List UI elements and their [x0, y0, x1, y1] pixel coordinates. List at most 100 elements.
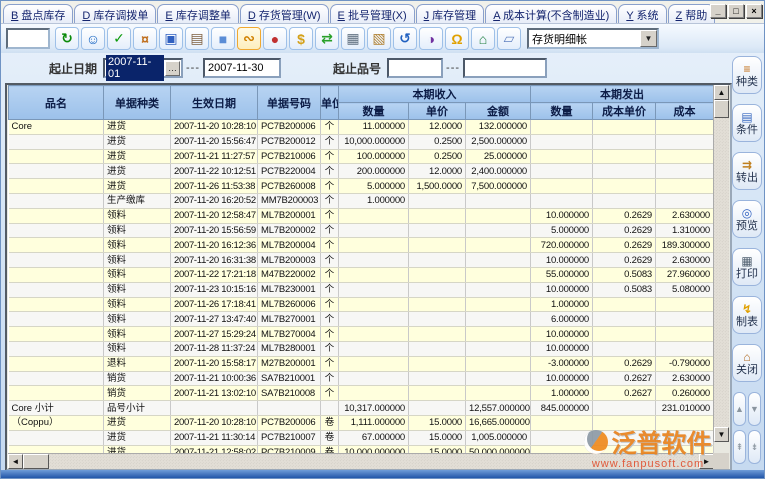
record-nav: ▲ ▼ — [733, 392, 761, 426]
nav-page-up-button[interactable]: ⇞ — [733, 430, 746, 464]
restore-button[interactable]: □ — [728, 4, 744, 18]
status-bar — [1, 470, 765, 478]
scroll-right-button[interactable]: ► — [699, 454, 714, 469]
table-row[interactable]: Core进货2007-11-20 10:28:10PC7B200006个11.0… — [9, 120, 714, 135]
path-snake-icon[interactable]: ∾ — [237, 27, 261, 50]
exit-door-icon[interactable]: ⌂ — [471, 27, 495, 50]
sidebar-button-label: 种类 — [736, 76, 758, 88]
dollar-icon[interactable]: $ — [289, 27, 313, 50]
globe-tools-icon[interactable]: ¤ — [133, 27, 157, 50]
horizontal-scrollbar[interactable]: ◄ ► — [8, 453, 714, 469]
nav-page-down-button[interactable]: ⇟ — [748, 430, 761, 464]
table-row[interactable]: 进货2007-11-22 10:12:51PC7B220004个200.0000… — [9, 164, 714, 179]
monitor-icon[interactable]: ■ — [211, 27, 235, 50]
table-row[interactable]: 销货2007-11-21 13:02:10SA7B210008个1.000000… — [9, 386, 714, 401]
col-out-qty[interactable]: 数量 — [531, 103, 593, 120]
col-doc-type[interactable]: 单据种类 — [104, 86, 171, 120]
table-row[interactable]: 领料2007-11-22 17:21:18M47B220002个55.00000… — [9, 267, 714, 282]
permission-check-icon[interactable]: ✓ — [107, 27, 131, 50]
vscroll-thumb[interactable] — [714, 100, 729, 118]
menu-tab[interactable]: D 存货管理(W) — [240, 4, 329, 23]
chevron-down-icon[interactable]: ▼ — [640, 30, 657, 47]
col-out-cost-price[interactable]: 成本单价 — [593, 103, 656, 120]
close-window-button[interactable]: × — [746, 4, 762, 18]
scroll-up-button[interactable]: ▲ — [714, 85, 729, 100]
item-range-separator: --- — [446, 62, 460, 74]
export-button[interactable]: ⇉转出 — [732, 152, 762, 190]
condition-button[interactable]: ▤条件 — [732, 104, 762, 142]
table-row[interactable]: 进货2007-11-20 15:56:47PC7B200012个10,000.0… — [9, 134, 714, 149]
preview-button[interactable]: ◎预览 — [732, 200, 762, 238]
sync-icon[interactable]: ↺ — [393, 27, 417, 50]
window-controls: _ □ × — [710, 4, 762, 18]
report-select[interactable]: 存货明细帐 ▼ — [527, 28, 659, 49]
col-out-cost[interactable]: 成本 — [656, 103, 714, 120]
menu-tab[interactable]: E 库存调整单 — [157, 4, 238, 23]
table-row[interactable]: 领料2007-11-20 16:12:36ML7B200004个720.0000… — [9, 238, 714, 253]
printer-doc-icon[interactable]: ▧ — [367, 27, 391, 50]
item-to-input[interactable] — [463, 58, 547, 78]
bell-icon[interactable]: Ω — [445, 27, 469, 50]
date-picker-button[interactable]: … — [165, 61, 180, 76]
col-name[interactable]: 品名 — [9, 86, 104, 120]
category-button[interactable]: ≡种类 — [732, 56, 762, 94]
photo-card-icon[interactable]: ▣ — [159, 27, 183, 50]
col-in-qty[interactable]: 数量 — [339, 103, 409, 120]
action-sidebar: ≡种类 ▤条件 ⇉转出 ◎预览 ▦打印 ↯制表 ⌂关闭 ▲ ▼ ⇞ ⇟ — [730, 53, 764, 471]
table-row[interactable]: 生产缴库2007-11-20 16:20:52MM7B200003个1.0000… — [9, 193, 714, 208]
item-range-label: 起止品号 — [333, 60, 381, 77]
nav-down-button[interactable]: ▼ — [748, 392, 761, 426]
hscroll-thumb[interactable] — [23, 454, 49, 469]
nav-up-button[interactable]: ▲ — [733, 392, 746, 426]
table-row[interactable]: 领料2007-11-28 11:37:24ML7B280001个10.00000… — [9, 341, 714, 356]
menu-tab[interactable]: E 批号管理(X) — [330, 4, 415, 23]
table-row[interactable]: 领料2007-11-20 12:58:47ML7B200001个10.00000… — [9, 208, 714, 223]
calculator-icon[interactable]: ▦ — [341, 27, 365, 50]
table-row[interactable]: 领料2007-11-27 15:29:24ML7B270004个10.00000… — [9, 327, 714, 342]
menu-tab[interactable]: Y 系统 — [618, 4, 666, 23]
globe-red-icon[interactable]: ● — [263, 27, 287, 50]
menu-tab[interactable]: D 库存调拨单 — [74, 4, 156, 23]
table-row[interactable]: 销货2007-11-21 10:00:36SA7B210001个10.00000… — [9, 371, 714, 386]
table-row[interactable]: 领料2007-11-20 15:56:59ML7B200002个5.000000… — [9, 223, 714, 238]
table-row[interactable]: 退料2007-11-20 15:58:17M27B200001个-3.00000… — [9, 356, 714, 371]
transfer-arrows-icon[interactable]: ⇄ — [315, 27, 339, 50]
col-eff-date[interactable]: 生效日期 — [171, 86, 258, 120]
page-nav: ⇞ ⇟ — [733, 430, 761, 464]
scroll-down-button[interactable]: ▼ — [714, 427, 729, 442]
make-report-button[interactable]: ↯制表 — [732, 296, 762, 334]
menu-tab[interactable]: J 库存管理 — [416, 4, 485, 23]
menu-tab[interactable]: Z 帮助 — [668, 4, 716, 23]
col-unit[interactable]: 单位 — [321, 86, 339, 120]
sidebar-button-label: 条件 — [736, 124, 758, 136]
windows-copy-icon[interactable]: ▱ — [497, 27, 521, 50]
minimize-button[interactable]: _ — [710, 4, 726, 18]
menu-tab[interactable]: B 盘点库存 — [3, 4, 73, 23]
refresh-icon[interactable]: ↻ — [55, 27, 79, 50]
close-button[interactable]: ⌂关闭 — [732, 344, 762, 382]
support-user-icon[interactable]: ☺ — [81, 27, 105, 50]
vertical-scrollbar[interactable]: ▲ ▼ — [713, 85, 729, 442]
scroll-left-button[interactable]: ◄ — [8, 454, 23, 469]
table-row[interactable]: 领料2007-11-26 17:18:41ML7B260006个1.000000 — [9, 297, 714, 312]
item-from-input[interactable] — [387, 58, 443, 78]
table-row[interactable]: 进货2007-11-21 11:27:57PC7B210006个100.0000… — [9, 149, 714, 164]
date-to-input[interactable] — [203, 58, 281, 78]
col-in-amount[interactable]: 金额 — [466, 103, 531, 120]
print-button[interactable]: ▦打印 — [732, 248, 762, 286]
col-doc-no[interactable]: 单据号码 — [258, 86, 321, 120]
table-row[interactable]: 进货2007-11-26 11:53:38PC7B260008个5.000000… — [9, 179, 714, 194]
quick-code-input[interactable] — [6, 28, 50, 49]
menu-tab[interactable]: A 成本计算(不含制造业) — [485, 4, 617, 23]
book-icon[interactable]: ▤ — [185, 27, 209, 50]
table-row[interactable]: 领料2007-11-23 10:15:16ML7B230001个10.00000… — [9, 282, 714, 297]
col-in-price[interactable]: 单价 — [409, 103, 466, 120]
table-row[interactable]: 进货2007-11-21 11:30:14PC7B210007卷67.00000… — [9, 430, 714, 445]
subtotal-row[interactable]: Core 小计品号小计10,317.00000012,557.000000845… — [9, 401, 714, 416]
table-row[interactable]: 领料2007-11-20 16:31:38ML7B200003个10.00000… — [9, 253, 714, 268]
table-row[interactable]: （Coppu）进货2007-11-20 10:28:10PC7B200006卷1… — [9, 415, 714, 430]
table-row[interactable]: 领料2007-11-27 13:47:40ML7B270001个6.000000 — [9, 312, 714, 327]
pie-chart-icon[interactable]: ◑ — [419, 27, 443, 50]
date-from-field[interactable]: 2007-11-01 … — [103, 58, 183, 78]
col-group-out: 本期发出 — [531, 86, 714, 103]
